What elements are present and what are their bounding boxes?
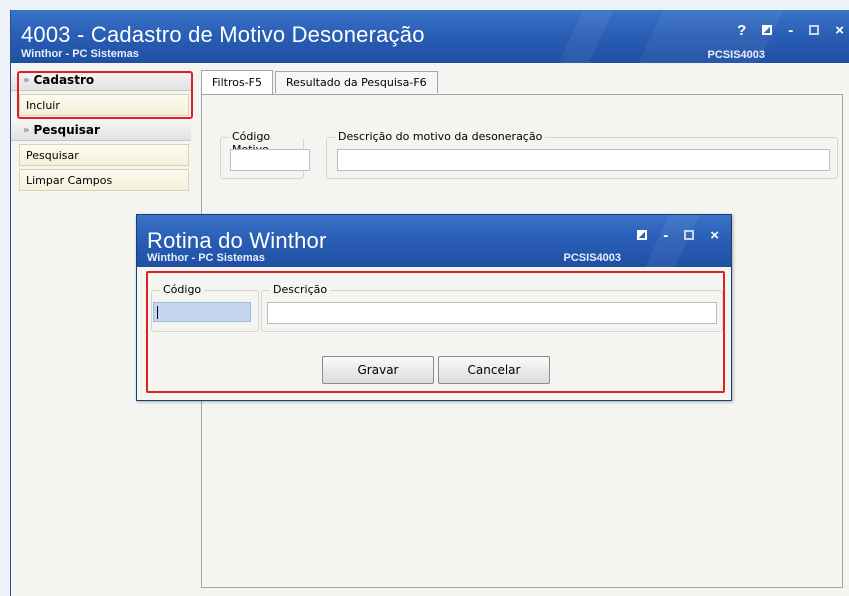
sidebar-item-limpar-campos[interactable]: Limpar Campos [19,169,189,191]
help-icon[interactable]: ? [737,23,746,38]
sidebar-section-label: Pesquisar [33,123,100,137]
dialog-title: Rotina do Winthor [147,228,327,253]
close-icon[interactable]: × [835,23,844,38]
main-titlebar[interactable]: 4003 - Cadastro de Motivo Desoneração Wi… [11,10,849,63]
maximize-icon[interactable] [684,230,695,240]
highlight-dialog-fields [146,271,725,393]
rotina-dialog: Rotina do Winthor Winthor - PC Sistemas … [136,214,732,401]
window-title: 4003 - Cadastro de Motivo Desoneração [21,22,425,47]
dialog-subtitle: Winthor - PC Sistemas [147,252,265,264]
sidebar-item-pesquisar[interactable]: Pesquisar [19,144,189,166]
restore-icon[interactable] [637,230,648,240]
sidebar-section-pesquisar[interactable]: » Pesquisar [11,120,191,141]
window-subtitle: Winthor - PC Sistemas [21,48,139,60]
minimize-icon[interactable]: - [788,23,793,38]
minimize-icon[interactable]: - [663,228,668,243]
close-icon[interactable]: × [710,228,719,243]
maximize-icon[interactable] [809,25,820,35]
dialog-routine-code: PCSIS4003 [563,252,621,264]
highlight-cadastro [17,71,193,119]
descricao-label: Descrição do motivo da desoneração [335,130,546,143]
chevron-double-icon: » [23,124,30,136]
descricao-input[interactable] [337,149,830,171]
dialog-titlebar[interactable]: Rotina do Winthor Winthor - PC Sistemas … [137,215,731,268]
routine-code: PCSIS4003 [707,49,765,61]
tab-resultado-pesquisa[interactable]: Resultado da Pesquisa-F6 [275,71,438,93]
tab-bar: Filtros-F5 Resultado da Pesquisa-F6 [201,70,440,94]
codigo-motivo-input[interactable] [230,149,310,171]
restore-icon[interactable] [762,25,773,35]
tab-filtros[interactable]: Filtros-F5 [201,70,273,94]
